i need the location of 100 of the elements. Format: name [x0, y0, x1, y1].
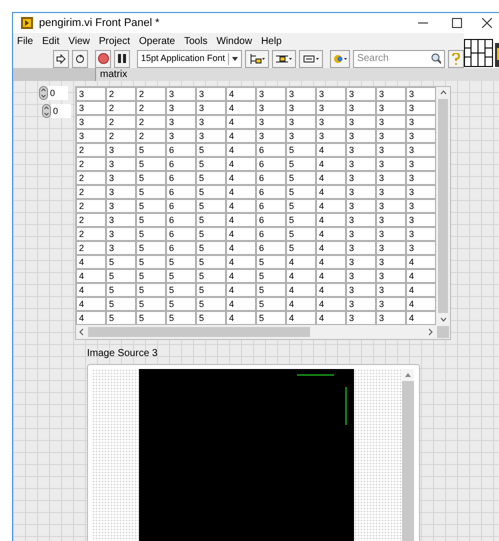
table-cell: 3	[406, 143, 436, 157]
table-cell: 3	[346, 283, 376, 297]
increment-decrement-icon[interactable]	[39, 86, 48, 100]
table-cell: 3	[316, 101, 346, 115]
table-cell: 3	[376, 115, 406, 129]
table-cell: 4	[226, 129, 256, 143]
table-cell: 3	[406, 213, 436, 227]
table-cell: 3	[256, 101, 286, 115]
table-cell: 4	[226, 157, 256, 171]
table-cell: 3	[346, 101, 376, 115]
table-cell: 5	[196, 269, 226, 283]
menu-item[interactable]: Edit	[42, 34, 60, 48]
vertical-scrollbar[interactable]	[436, 87, 450, 325]
table-cell: 3	[346, 255, 376, 269]
table-cell: 4	[286, 311, 316, 325]
resize-icon[interactable]	[299, 50, 324, 68]
search-box[interactable]: Search	[353, 50, 446, 68]
table-cell: 4	[406, 255, 436, 269]
table-cell: 5	[136, 185, 166, 199]
table-cell: 3	[76, 87, 106, 101]
table-cell: 6	[256, 171, 286, 185]
table-cell: 6	[166, 143, 196, 157]
table-cell: 4	[406, 311, 436, 325]
help-icon[interactable]	[448, 50, 464, 68]
table-cell: 5	[196, 171, 226, 185]
table-cell: 5	[286, 199, 316, 213]
table-cell: 3	[106, 241, 136, 255]
pause-icon[interactable]	[114, 50, 130, 68]
menu-item[interactable]: Window	[216, 34, 252, 48]
table-cell: 3	[346, 129, 376, 143]
menu-item[interactable]: Tools	[184, 34, 208, 48]
table-cell: 5	[256, 283, 286, 297]
table-cell: 5	[286, 143, 316, 157]
table-cell: 3	[346, 115, 376, 129]
table-cell: 5	[136, 283, 166, 297]
table-cell: 3	[406, 227, 436, 241]
table-cell: 6	[256, 199, 286, 213]
table-cell: 5	[286, 157, 316, 171]
table-cell: 2	[106, 87, 136, 101]
table-cell: 5	[286, 241, 316, 255]
table-cell: 3	[376, 87, 406, 101]
table-cell: 4	[76, 311, 106, 325]
table-cell: 5	[196, 283, 226, 297]
menu-item[interactable]: File	[17, 34, 34, 48]
table-cell: 5	[166, 311, 196, 325]
align-icon[interactable]	[245, 50, 270, 68]
table-cell: 3	[196, 101, 226, 115]
table-cell: 6	[166, 227, 196, 241]
search-field[interactable]: Search	[357, 51, 432, 66]
table-cell: 2	[106, 101, 136, 115]
index-field[interactable]: 0	[51, 104, 71, 118]
table-cell: 4	[316, 311, 346, 325]
table-cell: 3	[406, 185, 436, 199]
menu-item[interactable]: Operate	[138, 34, 176, 48]
table-cell: 3	[346, 311, 376, 325]
table-cell: 3	[406, 87, 436, 101]
table-cell: 3	[196, 87, 226, 101]
table-cell: 5	[136, 213, 166, 227]
menu-item[interactable]: Project	[98, 34, 130, 48]
table-cell: 5	[106, 311, 136, 325]
table-cell: 3	[406, 115, 436, 129]
table-cell: 3	[346, 213, 376, 227]
table-cell: 2	[76, 143, 106, 157]
table-cell: 5	[106, 283, 136, 297]
run-continuously-icon[interactable]	[72, 50, 88, 68]
table-cell: 6	[166, 185, 196, 199]
table-cell: 3	[406, 101, 436, 115]
table-cell: 2	[106, 115, 136, 129]
table-cell: 4	[316, 241, 346, 255]
image-display-label: Image Source 3	[87, 348, 159, 360]
table-cell: 3	[346, 171, 376, 185]
table-cell: 5	[196, 143, 226, 157]
table-cell: 4	[316, 283, 346, 297]
increment-decrement-icon[interactable]	[42, 104, 51, 118]
table-cell: 5	[196, 227, 226, 241]
menu-item[interactable]: View	[68, 34, 90, 48]
table-cell: 5	[106, 269, 136, 283]
scroll-up-icon[interactable]	[402, 369, 414, 381]
table-cell: 4	[286, 269, 316, 283]
table-cell: 3	[316, 129, 346, 143]
font-dropdown[interactable]: 15pt Application Font	[137, 50, 242, 68]
table-cell: 4	[226, 255, 256, 269]
table-cell: 5	[256, 311, 286, 325]
table-cell: 4	[226, 171, 256, 185]
table-cell: 5	[256, 255, 286, 269]
abort-icon[interactable]	[95, 50, 111, 68]
table-cell: 2	[136, 87, 166, 101]
table-cell: 4	[226, 185, 256, 199]
reorder-icon[interactable]	[330, 50, 350, 68]
table-cell: 6	[256, 157, 286, 171]
table-cell: 2	[136, 129, 166, 143]
table-cell: 2	[76, 185, 106, 199]
menu-item[interactable]: Help	[261, 34, 282, 48]
table-cell: 3	[256, 87, 286, 101]
index-field[interactable]: 0	[48, 86, 68, 100]
distribute-icon[interactable]	[272, 50, 296, 68]
table-cell: 2	[76, 199, 106, 213]
table-cell: 3	[106, 227, 136, 241]
table-cell: 3	[406, 241, 436, 255]
table-cell: 4	[226, 283, 256, 297]
